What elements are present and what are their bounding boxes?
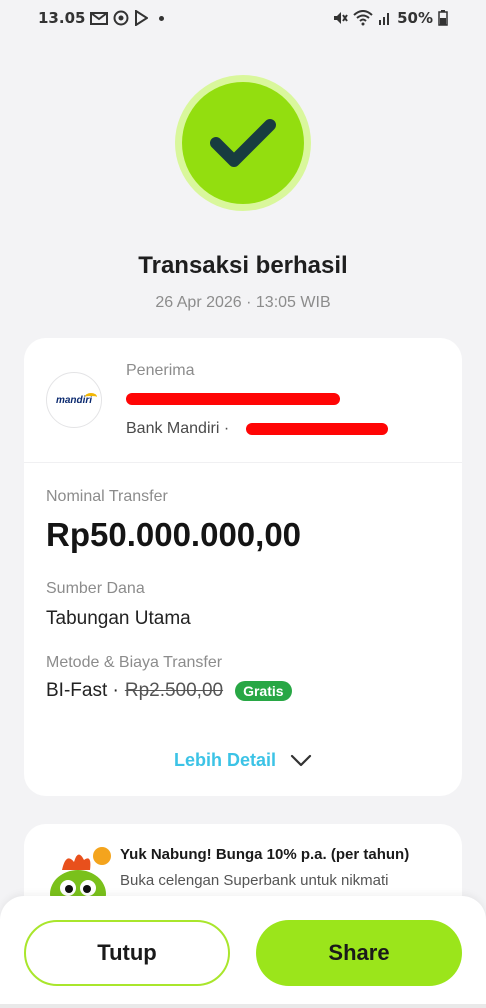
- status-right: 50%: [332, 9, 448, 27]
- bank-logo: mandiri: [46, 372, 102, 428]
- checkmark-icon: [210, 119, 276, 167]
- method-row: BI-Fast · Rp2.500,00 Gratis: [46, 680, 292, 702]
- status-bar: 13.05 50%: [0, 0, 486, 36]
- fee-original: Rp2.500,00: [124, 680, 224, 701]
- transaction-datetime: 26 Apr 2026 · 13:05 WIB: [155, 294, 331, 311]
- signal-icon: [378, 10, 392, 26]
- mute-icon: [332, 10, 348, 26]
- status-left: 13.05: [38, 9, 165, 27]
- play-icon: [134, 10, 149, 26]
- recipient-bank: Bank Mandiri ·: [126, 420, 230, 437]
- recipient-section: mandiri Penerima Bank Mandiri ·: [24, 338, 462, 462]
- dot-icon: [159, 15, 165, 21]
- source-value: Tabungan Utama: [46, 608, 191, 629]
- source-label: Sumber Dana: [46, 580, 145, 597]
- transfer-amount: Rp50.000.000,00: [46, 516, 302, 553]
- bank-logo-swoosh: [85, 393, 97, 401]
- method-value: BI-Fast ·: [46, 680, 119, 701]
- navigation-bar: [0, 1004, 486, 1008]
- section-divider: [24, 462, 462, 463]
- status-time: 13.05: [38, 9, 86, 27]
- amount-label: Nominal Transfer: [46, 488, 168, 505]
- more-detail-label: Lebih Detail: [173, 750, 276, 770]
- promo-title: Yuk Nabung! Bunga 10% p.a. (per tahun): [120, 846, 410, 863]
- battery-icon: [438, 10, 448, 26]
- gmail-icon: [90, 11, 109, 25]
- promo-description: Buka celengan Superbank untuk nikmati: [120, 872, 389, 889]
- fee-free-badge: Gratis: [235, 681, 292, 701]
- chevron-down-icon: [290, 754, 312, 766]
- target-icon: [113, 10, 129, 26]
- wifi-icon: [353, 10, 373, 26]
- page-title: Transaksi berhasil: [138, 252, 348, 279]
- bottom-action-bar: Tutup Share: [0, 896, 486, 1008]
- recipient-name-redacted: [126, 393, 340, 405]
- close-button[interactable]: Tutup: [24, 920, 230, 986]
- more-detail-toggle[interactable]: Lebih Detail: [24, 750, 462, 771]
- success-indicator: [175, 75, 311, 211]
- transaction-card: mandiri Penerima Bank Mandiri · Nominal …: [24, 338, 462, 796]
- method-label: Metode & Biaya Transfer: [46, 654, 223, 671]
- success-circle: [182, 82, 304, 204]
- recipient-account-redacted: [246, 423, 388, 435]
- recipient-label: Penerima: [126, 362, 195, 379]
- battery-percent: 50%: [397, 9, 433, 27]
- share-button[interactable]: Share: [256, 920, 462, 986]
